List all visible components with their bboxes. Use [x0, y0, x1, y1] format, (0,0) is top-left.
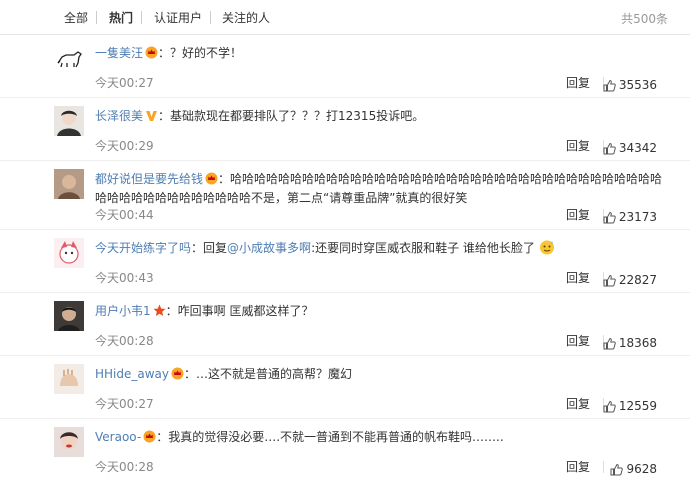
reply-button[interactable]: 回复 [566, 206, 590, 223]
comment-timestamp: 今天00:43 [95, 271, 154, 285]
tab-divider [210, 11, 211, 24]
comment-timestamp: 今天00:44 [95, 208, 154, 222]
comment-body: 长泽很美 ：基础款现在都要排队了？？？打12315投诉吧。 [95, 109, 425, 123]
thumbs-up-icon [603, 337, 616, 349]
avatar[interactable] [54, 427, 84, 457]
tab-hot[interactable]: 热门 [109, 10, 133, 26]
reply-button[interactable]: 回复 [566, 137, 590, 154]
like-button[interactable]: 9628 [610, 462, 657, 476]
crown-badge-icon[interactable] [171, 367, 184, 380]
comment-text: 我真的觉得没必要….不就一普通到不能再普通的帆布鞋吗…….. [168, 430, 504, 444]
tab-divider [96, 11, 97, 24]
comment-username[interactable]: 今天开始练字了吗 [95, 241, 191, 255]
comment-timestamp: 今天00:28 [95, 334, 154, 348]
comment-item: 长泽很美 ：基础款现在都要排队了？？？打12315投诉吧。 今天00:29 回复 … [0, 98, 690, 161]
comment-username[interactable]: 用户小韦1 [95, 304, 151, 318]
tab-all[interactable]: 全部 [64, 10, 88, 26]
comment-item: 一隻美汪 ：？好的不学！ 今天00:27 回复 35536 [0, 35, 690, 98]
star-badge-icon[interactable] [153, 304, 166, 317]
comment-username[interactable]: 一隻美汪 [95, 46, 143, 60]
comment-timestamp: 今天00:29 [95, 139, 154, 153]
avatar[interactable] [54, 238, 84, 268]
like-button[interactable]: 12559 [603, 399, 657, 413]
thumbs-up-icon [603, 79, 616, 91]
reply-button[interactable]: 回复 [566, 458, 590, 475]
comment-body: 都好说但是要先给钱 ：哈哈哈哈哈哈哈哈哈哈哈哈哈哈哈哈哈哈哈哈哈哈哈哈哈哈哈哈哈哈… [95, 172, 663, 205]
comment-timestamp: 今天00:27 [95, 397, 154, 411]
thumbs-up-icon [603, 211, 616, 223]
comment-item: 今天开始练字了吗：回复@小成故事多啊:还要同时穿匡威衣服和鞋子 谁给他长脸了 今… [0, 230, 690, 293]
avatar[interactable] [54, 43, 84, 73]
avatar[interactable] [54, 364, 84, 394]
reply-button[interactable]: 回复 [566, 269, 590, 286]
crown-badge-icon[interactable] [143, 430, 156, 443]
like-count: 23173 [618, 210, 657, 224]
avatar-person-icon [54, 106, 84, 136]
comment-body: 一隻美汪 ：？好的不学！ [95, 46, 243, 60]
comment-text: 基础款现在都要排队了？？？打12315投诉吧。 [170, 109, 425, 123]
comment-body: Veraoo- ：我真的觉得没必要….不就一普通到不能再普通的帆布鞋吗…….. [95, 430, 504, 444]
like-count: 22827 [618, 273, 657, 287]
avatar-photo-icon [54, 169, 84, 199]
tab-divider [141, 11, 142, 24]
comment-text: …这不就是普通的高帮？魔幻 [196, 367, 353, 381]
avatar[interactable] [54, 301, 84, 331]
like-button[interactable]: 34342 [603, 141, 657, 155]
like-count: 34342 [618, 141, 657, 155]
like-button[interactable]: 22827 [603, 273, 657, 287]
crown-badge-icon[interactable] [145, 46, 158, 59]
avatar-photo-icon [54, 427, 84, 457]
comment-item: 用户小韦1 ：咋回事啊 匡威都这样了？ 今天00:28 回复 18368 [0, 293, 690, 356]
comment-timestamp: 今天00:27 [95, 76, 154, 90]
comment-timestamp: 今天00:28 [95, 460, 154, 474]
like-button[interactable]: 35536 [603, 78, 657, 92]
comment-text: ？好的不学！ [170, 46, 243, 60]
comment-username[interactable]: HHide_away [95, 367, 169, 381]
comment-total-count: 共500条 [621, 12, 668, 26]
avatar-cartoon-icon [54, 238, 84, 268]
comment-body: 今天开始练字了吗：回复@小成故事多啊:还要同时穿匡威衣服和鞋子 谁给他长脸了 [95, 239, 666, 258]
reply-prefix: 回复 [203, 241, 228, 255]
crown-badge-icon[interactable] [205, 172, 218, 185]
thumbs-up-icon [603, 400, 616, 412]
reply-button[interactable]: 回复 [566, 395, 590, 412]
comment-filter-tabs: 全部 热门 认证用户 关注的人 共500条 [0, 0, 690, 35]
comment-item: 都好说但是要先给钱 ：哈哈哈哈哈哈哈哈哈哈哈哈哈哈哈哈哈哈哈哈哈哈哈哈哈哈哈哈哈哈… [0, 161, 690, 230]
avatar[interactable] [54, 106, 84, 136]
thumbs-up-icon [603, 142, 616, 154]
action-divider [603, 461, 604, 473]
tab-following[interactable]: 关注的人 [222, 10, 270, 26]
avatar-photo-icon [54, 301, 84, 331]
comment-body: HHide_away ：…这不就是普通的高帮？魔幻 [95, 367, 353, 381]
like-count: 18368 [618, 336, 657, 350]
thumbs-up-icon [610, 463, 624, 475]
like-count: 35536 [618, 78, 657, 92]
comment-item: Veraoo- ：我真的觉得没必要….不就一普通到不能再普通的帆布鞋吗…….. 今… [0, 419, 690, 481]
verified-v-badge-icon[interactable] [145, 109, 158, 122]
mention-link[interactable]: @小成故事多啊 [227, 241, 311, 255]
tab-verified-users[interactable]: 认证用户 [154, 10, 202, 26]
avatar[interactable] [54, 169, 84, 199]
comment-username[interactable]: 都好说但是要先给钱 [95, 172, 203, 186]
comment-body: 用户小韦1 ：咋回事啊 匡威都这样了？ [95, 304, 314, 318]
avatar-dog-sketch-icon [54, 43, 84, 73]
sweat-smile-emoji-icon [539, 239, 555, 255]
comment-username[interactable]: 长泽很美 [95, 109, 143, 123]
comment-text: :还要同时穿匡威衣服和鞋子 谁给他长脸了 [311, 241, 535, 255]
like-button[interactable]: 23173 [603, 210, 657, 224]
avatar-hand-photo-icon [54, 364, 84, 394]
reply-button[interactable]: 回复 [566, 332, 590, 349]
like-count: 9628 [626, 462, 657, 476]
comment-username[interactable]: Veraoo- [95, 430, 141, 444]
reply-button[interactable]: 回复 [566, 74, 590, 91]
like-button[interactable]: 18368 [603, 336, 657, 350]
like-count: 12559 [618, 399, 657, 413]
comment-text: 咋回事啊 匡威都这样了？ [177, 304, 314, 318]
thumbs-up-icon [603, 274, 616, 286]
comment-item: HHide_away ：…这不就是普通的高帮？魔幻 今天00:27 回复 1255… [0, 356, 690, 419]
